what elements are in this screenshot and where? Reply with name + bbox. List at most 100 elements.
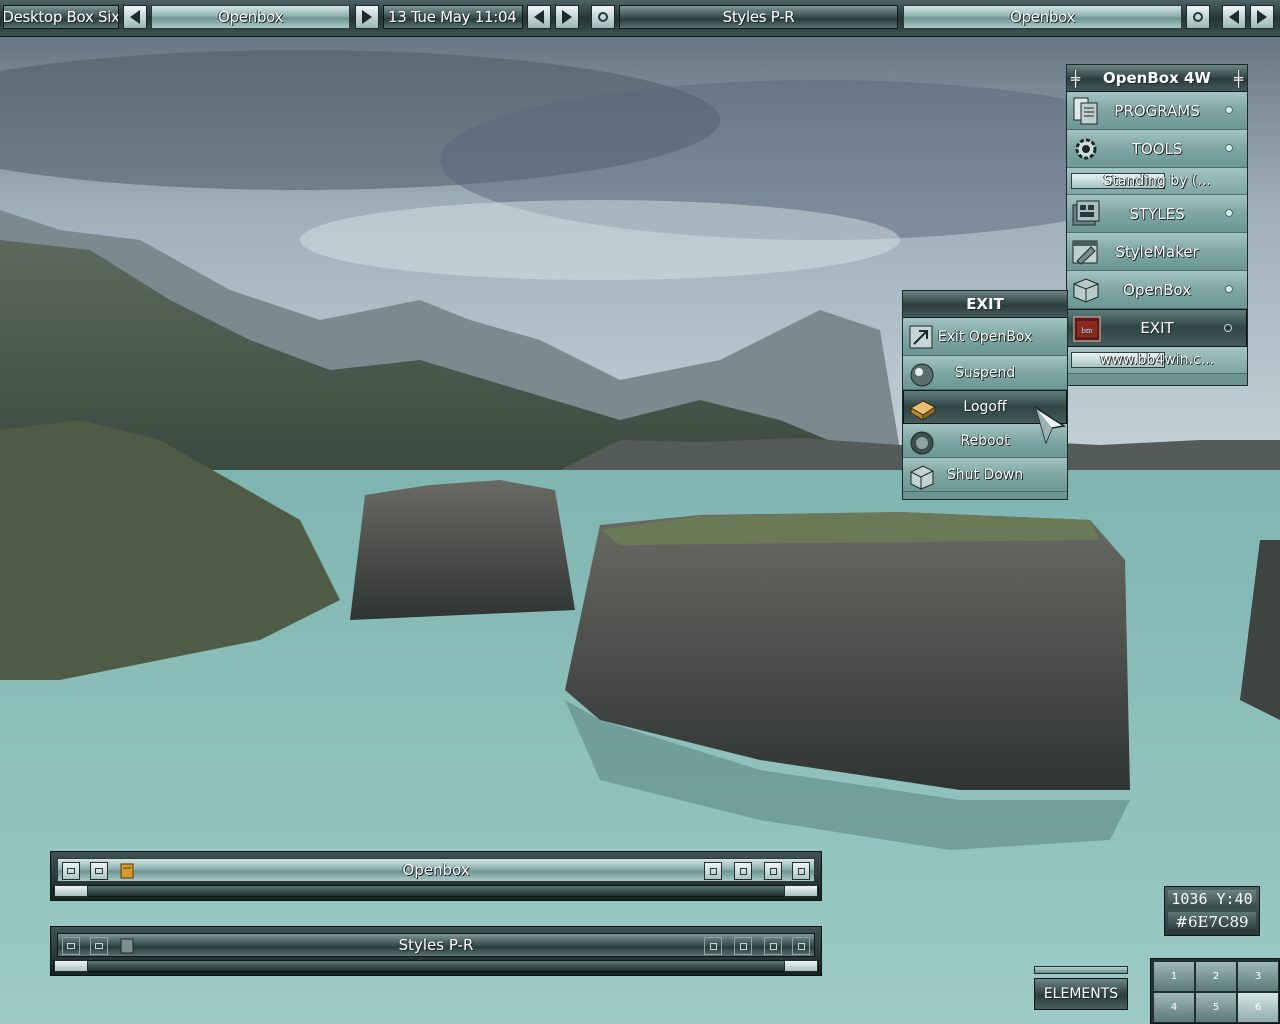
gear-icon: [1075, 138, 1097, 160]
pin-icon[interactable]: ╪: [1234, 70, 1243, 88]
iconify-button[interactable]: [704, 937, 722, 955]
menu-item-styles[interactable]: STYLES: [1067, 195, 1247, 233]
submenu-arrow-icon: [1225, 209, 1233, 217]
layer-button[interactable]: [734, 937, 752, 955]
clock[interactable]: 13 Tue May 11:04: [383, 5, 523, 29]
close-icon: [797, 867, 805, 875]
mouse-cursor-icon: [1034, 406, 1067, 445]
elements-button[interactable]: ELEMENTS: [1034, 978, 1128, 1010]
shade-icon: [67, 943, 75, 949]
main-menu: ╪ OpenBox 4W ╪ PROGRAMS TOOLS Standing b…: [1066, 64, 1248, 386]
window-openbox-titlebar[interactable]: Openbox: [57, 858, 815, 882]
menu-item-programs[interactable]: PROGRAMS: [1067, 92, 1247, 130]
close-button[interactable]: [792, 937, 810, 955]
right-arrow-icon: [362, 10, 372, 24]
next-style-button[interactable]: [555, 5, 579, 29]
right-arrow-icon: [1257, 10, 1267, 24]
menu-item-website[interactable]: www.bb4win.c...: [1067, 347, 1247, 374]
maximize-icon: [769, 942, 777, 950]
exit-window-icon: [909, 325, 933, 349]
window-styles: Styles P-R: [50, 926, 822, 976]
layer-icon: [739, 942, 747, 950]
close-button[interactable]: [792, 862, 810, 880]
shade-button[interactable]: [62, 937, 80, 955]
window-label-2[interactable]: Openbox: [903, 5, 1182, 29]
workspace-label[interactable]: Desktop Box Six: [3, 5, 119, 29]
resize-grip-right[interactable]: [784, 885, 818, 897]
task-dropdown-button[interactable]: [1186, 5, 1210, 29]
left-arrow-icon: [130, 10, 140, 24]
menu-item-openbox[interactable]: OpenBox: [1067, 271, 1247, 309]
app-icon: [120, 938, 134, 954]
next-window-button[interactable]: [355, 5, 379, 29]
resize-grip-right[interactable]: [784, 960, 818, 972]
stick-icon: [95, 868, 103, 874]
stick-button[interactable]: [90, 937, 108, 955]
layer-icon: [739, 867, 747, 875]
menu-item-exit[interactable]: bm EXIT: [1067, 309, 1247, 347]
suspend-icon: [910, 363, 934, 387]
picker-coordinates: 1036 Y:40: [1168, 890, 1256, 908]
minimize-icon: [709, 867, 717, 875]
maximize-button[interactable]: [764, 862, 782, 880]
prev-style-button[interactable]: [527, 5, 551, 29]
logoff-icon: [910, 400, 936, 421]
top-toolbar: Desktop Box Six Openbox 13 Tue May 11:04…: [0, 0, 1280, 37]
menu-item-shutdown[interactable]: Shut Down: [903, 458, 1067, 492]
close-icon: [797, 942, 805, 950]
pager-workspace-6[interactable]: 6: [1237, 992, 1279, 1023]
pager-workspace-3[interactable]: 3: [1237, 961, 1279, 992]
menu-item-standby[interactable]: Standing by (...: [1067, 168, 1247, 195]
stick-button[interactable]: [90, 862, 108, 880]
pager-workspace-4[interactable]: 4: [1153, 992, 1195, 1023]
color-picker[interactable]: 1036 Y:40 #6E7C89: [1164, 886, 1260, 936]
submenu-arrow-icon: [1224, 324, 1232, 332]
box-icon: [1073, 278, 1099, 303]
elements-top-bar: [1034, 966, 1128, 974]
left-arrow-icon: [534, 10, 544, 24]
iconify-button[interactable]: [704, 862, 722, 880]
next-task-button[interactable]: [1250, 5, 1274, 29]
workspace-pager: 1 2 3 4 5 6: [1150, 958, 1280, 1024]
style-dropdown-button[interactable]: [591, 5, 615, 29]
prev-task-button[interactable]: [1222, 5, 1246, 29]
menu-item-exit-openbox[interactable]: Exit OpenBox: [903, 318, 1067, 356]
main-menu-title[interactable]: ╪ OpenBox 4W ╪: [1067, 65, 1247, 92]
submenu-arrow-icon: [1225, 106, 1233, 114]
prev-workspace-button[interactable]: [123, 5, 147, 29]
exit-icon: bm: [1073, 316, 1101, 342]
menu-item-tools[interactable]: TOOLS: [1067, 130, 1247, 168]
style-label[interactable]: Styles P-R: [619, 5, 898, 29]
reboot-icon: [910, 431, 934, 455]
resize-grip-left[interactable]: [54, 960, 88, 972]
submenu-arrow-icon: [1225, 285, 1233, 293]
stylemaker-icon: [1072, 240, 1098, 265]
circle-icon: [598, 12, 608, 22]
pager-workspace-1[interactable]: 1: [1153, 961, 1195, 992]
window-label[interactable]: Openbox: [151, 5, 350, 29]
pager-workspace-5[interactable]: 5: [1195, 992, 1237, 1023]
pager-workspace-2[interactable]: 2: [1195, 961, 1237, 992]
right-arrow-icon: [562, 10, 572, 24]
menu-item-stylemaker[interactable]: StyleMaker: [1067, 233, 1247, 271]
window-openbox-handle[interactable]: [53, 885, 819, 897]
maximize-icon: [769, 867, 777, 875]
shade-button[interactable]: [62, 862, 80, 880]
circle-icon: [1193, 12, 1203, 22]
window-styles-handle[interactable]: [53, 960, 819, 972]
maximize-button[interactable]: [764, 937, 782, 955]
shutdown-icon: [910, 465, 934, 490]
programs-icon: [1073, 97, 1098, 125]
pin-icon[interactable]: ╪: [1071, 70, 1080, 88]
layer-button[interactable]: [734, 862, 752, 880]
menu-item-suspend[interactable]: Suspend: [903, 356, 1067, 390]
styles-icon: [1072, 200, 1100, 226]
submenu-arrow-icon: [1225, 144, 1233, 152]
exit-submenu-title[interactable]: EXIT: [903, 291, 1067, 318]
window-openbox: Openbox: [50, 851, 822, 901]
window-styles-titlebar[interactable]: Styles P-R: [57, 933, 815, 957]
exit-submenu: EXIT Exit OpenBox Suspend Logoff Reboot …: [902, 290, 1068, 500]
picker-color-hex: #6E7C89: [1168, 912, 1256, 932]
stick-icon: [95, 943, 103, 949]
resize-grip-left[interactable]: [54, 885, 88, 897]
